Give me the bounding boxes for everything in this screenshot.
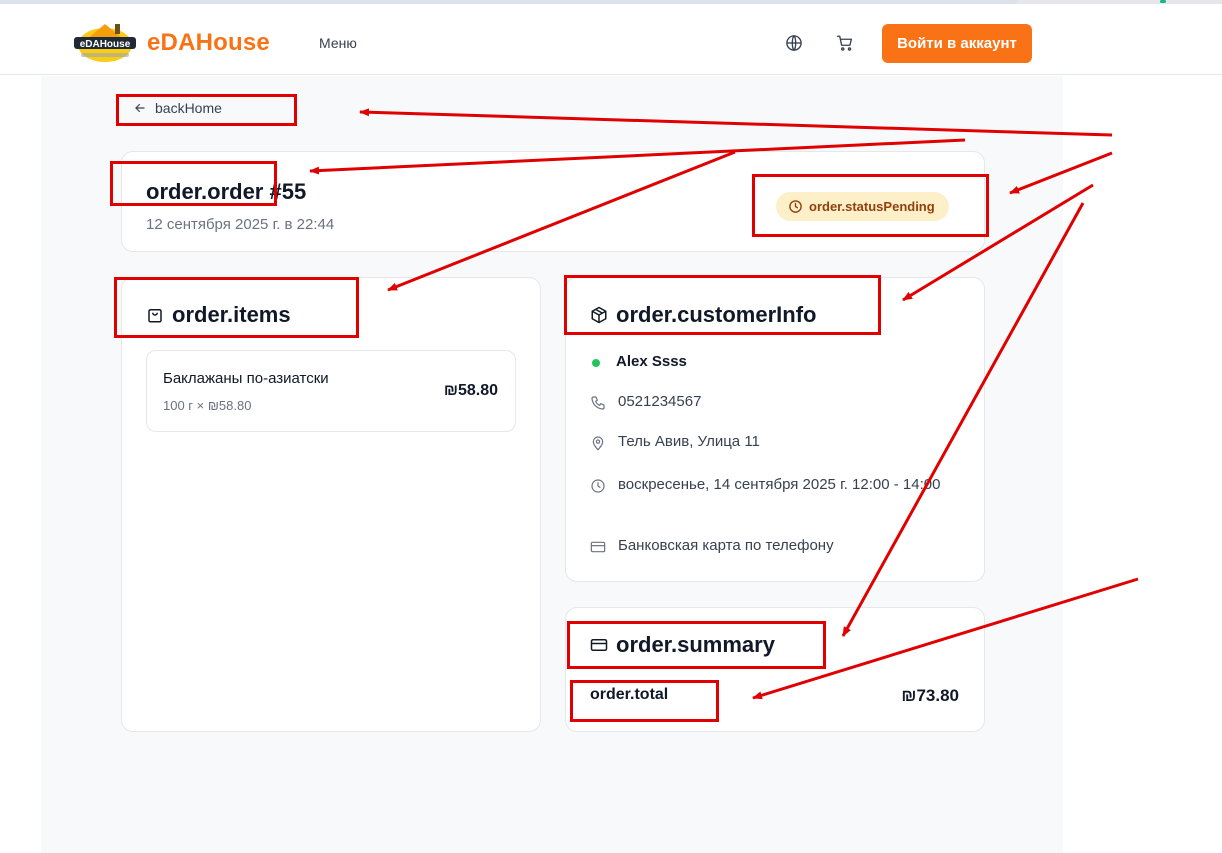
- annotation-box-total: [570, 680, 719, 722]
- brand-logo-icon[interactable]: eDAHouse: [71, 18, 139, 64]
- browser-indicator: [1160, 0, 1166, 3]
- site-header: eDAHouse eDAHouse Меню Войти в аккаунт: [0, 4, 1222, 75]
- customer-phone: 0521234567: [618, 393, 702, 410]
- annotation-box-customer-heading: [564, 275, 881, 335]
- payment-method-row: Банковская карта по телефону: [590, 537, 834, 555]
- customer-address-row: Тель Авив, Улица 11: [590, 433, 760, 451]
- delivery-time: воскресенье, 14 сентября 2025 г. 12:00 -…: [618, 476, 941, 493]
- globe-icon[interactable]: [785, 34, 803, 52]
- map-pin-icon: [592, 436, 604, 451]
- list-item: Баклажаны по-азиатски 100 г × ₪58.80 ₪58…: [146, 350, 516, 432]
- customer-name-row: Alex Ssss: [590, 353, 687, 370]
- logo-text: eDAHouse: [80, 39, 131, 50]
- nav-menu-link[interactable]: Меню: [319, 35, 357, 51]
- payment-method: Банковская карта по телефону: [618, 537, 834, 554]
- order-items-card: order.items Баклажаны по-азиатски 100 г …: [121, 277, 541, 732]
- order-date: 12 сентября 2025 г. в 22:44: [146, 216, 335, 233]
- annotation-box-back-link: [116, 94, 297, 126]
- brand-name[interactable]: eDAHouse: [147, 29, 270, 57]
- credit-card-icon: [590, 541, 606, 553]
- annotation-box-items-heading: [114, 277, 359, 338]
- phone-icon: [591, 396, 605, 410]
- item-name: Баклажаны по-азиатски: [163, 370, 329, 387]
- annotation-box-summary-heading: [567, 621, 826, 669]
- delivery-time-row: воскресенье, 14 сентября 2025 г. 12:00 -…: [590, 473, 950, 497]
- customer-name: Alex Ssss: [616, 353, 687, 370]
- online-status-dot: [592, 359, 600, 367]
- item-quantity: 100 г × ₪58.80: [163, 398, 252, 413]
- annotation-box-status: [752, 174, 989, 237]
- login-button[interactable]: Войти в аккаунт: [882, 24, 1032, 63]
- total-value: ₪73.80: [901, 686, 959, 705]
- clock-icon: [591, 479, 605, 493]
- customer-address: Тель Авив, Улица 11: [618, 433, 760, 450]
- customer-phone-row: 0521234567: [590, 393, 701, 411]
- cart-icon[interactable]: [836, 34, 854, 52]
- annotation-box-order-title: [110, 161, 277, 206]
- item-price: ₪58.80: [443, 382, 498, 399]
